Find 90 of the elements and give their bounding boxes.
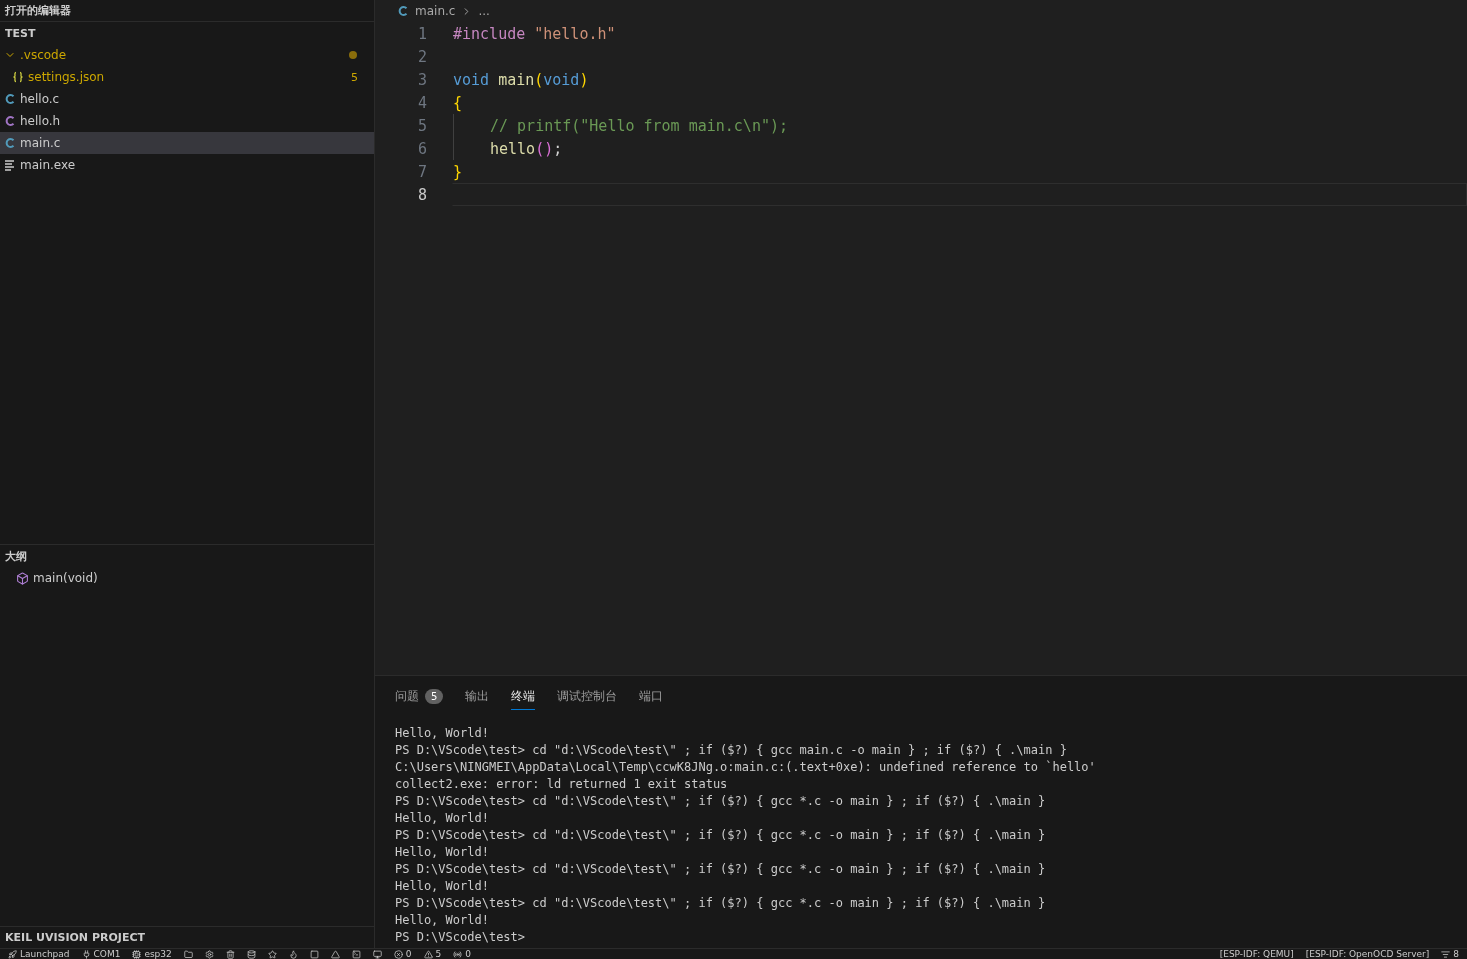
panel-tab[interactable]: 问题 5 bbox=[395, 684, 444, 710]
c-file-icon bbox=[4, 137, 16, 149]
terminal-icon bbox=[351, 949, 361, 959]
status-button[interactable] bbox=[288, 949, 298, 959]
status-button[interactable] bbox=[372, 949, 382, 959]
outline-item[interactable]: main(void) bbox=[0, 567, 374, 589]
status-item[interactable]: esp32 bbox=[132, 949, 172, 959]
line-number: 2 bbox=[416, 47, 427, 66]
file-item[interactable]: main.exe bbox=[0, 154, 374, 176]
database-icon bbox=[246, 949, 256, 959]
panel-tab[interactable]: 输出 bbox=[465, 684, 490, 710]
list-icon bbox=[1441, 949, 1451, 959]
square-icon bbox=[309, 949, 319, 959]
warning-icon bbox=[423, 949, 433, 959]
status-item[interactable]: [ESP-IDF: QEMU] bbox=[1219, 949, 1294, 959]
status-item[interactable]: COM1 bbox=[81, 949, 121, 959]
c-file-icon bbox=[397, 5, 409, 17]
error-icon bbox=[393, 949, 403, 959]
status-item[interactable]: [ESP-IDF: OpenOCD Server] bbox=[1305, 949, 1430, 959]
panel-tab[interactable]: 调试控制台 bbox=[557, 684, 618, 710]
broadcast-icon bbox=[453, 949, 463, 959]
cube-icon bbox=[16, 571, 29, 585]
terminal-line: Hello, World! bbox=[395, 844, 490, 861]
status-button[interactable] bbox=[225, 949, 235, 959]
line-number: 3 bbox=[416, 70, 427, 89]
code-line: } bbox=[452, 161, 464, 183]
braces-icon bbox=[12, 71, 24, 83]
status-button[interactable] bbox=[351, 949, 361, 959]
terminal-line: PS D:\VScode\test> cd "d:\VScode\test\" ; if ($?) { gcc *.c -o main } ; if ($?) { .\main } bbox=[395, 895, 1047, 912]
trash-icon bbox=[225, 949, 235, 959]
code-line: hello(); bbox=[452, 137, 1467, 160]
section-header[interactable]: TEST bbox=[0, 22, 374, 44]
terminal-line: PS D:\VScode\test> cd "d:\VScode\test\" ; if ($?) { gcc *.c -o main } ; if ($?) { .\main } bbox=[395, 793, 1047, 810]
file-item[interactable]: hello.h bbox=[0, 110, 374, 132]
terminal-line: Hello, World! bbox=[395, 878, 490, 895]
line-number: 5 bbox=[416, 116, 427, 135]
star-icon bbox=[267, 949, 277, 959]
line-number: 8 bbox=[416, 185, 427, 204]
status-button[interactable] bbox=[204, 949, 214, 959]
breadcrumb-item[interactable]: ... bbox=[478, 4, 490, 18]
plug-icon bbox=[81, 949, 91, 959]
section-header[interactable]: 打开的编辑器 bbox=[0, 0, 374, 22]
rocket-icon bbox=[8, 949, 17, 959]
terminal-line: collect2.exe: error: ld returned 1 exit status bbox=[395, 776, 729, 793]
status-item[interactable]: 5 bbox=[423, 949, 442, 959]
line-number: 4 bbox=[416, 93, 427, 112]
count-badge: 5 bbox=[425, 689, 444, 704]
c-file-icon bbox=[4, 93, 16, 105]
panel-tab[interactable]: 端口 bbox=[639, 684, 664, 710]
status-item[interactable]: 0 bbox=[393, 949, 412, 959]
status-button[interactable] bbox=[183, 949, 193, 959]
terminal-line: PS D:\VScode\test> cd "d:\VScode\test\" ; if ($?) { gcc *.c -o main } ; if ($?) { .\main } bbox=[395, 861, 1047, 878]
file-item[interactable]: settings.json 5 bbox=[0, 66, 374, 88]
folder-icon bbox=[183, 949, 193, 959]
breadcrumb-item[interactable]: main.c bbox=[415, 4, 456, 18]
chip-icon bbox=[132, 949, 142, 959]
line-number: 1 bbox=[416, 24, 427, 43]
lines-icon bbox=[4, 159, 16, 171]
line-number: 7 bbox=[416, 162, 427, 181]
status-button[interactable] bbox=[309, 949, 319, 959]
problem-count: 5 bbox=[351, 70, 358, 84]
line-number: 6 bbox=[416, 139, 427, 158]
panel-tab[interactable]: 终端 bbox=[511, 684, 536, 710]
c-file-icon bbox=[4, 115, 16, 127]
status-item[interactable]: 8 bbox=[1441, 949, 1459, 959]
terminal-line: PS D:\VScode\test> bbox=[395, 929, 527, 946]
terminal-line: PS D:\VScode\test> cd "d:\VScode\test\" ; if ($?) { gcc main.c -o main } ; if ($?) { .\main } bbox=[395, 742, 1068, 759]
code-line: void main(void) bbox=[452, 69, 590, 91]
triangle-icon bbox=[330, 949, 340, 959]
terminal-line: PS D:\VScode\test> cd "d:\VScode\test\" ; if ($?) { gcc *.c -o main } ; if ($?) { .\main } bbox=[395, 827, 1047, 844]
status-button[interactable] bbox=[330, 949, 340, 959]
file-item[interactable]: main.c bbox=[0, 132, 374, 154]
status-button[interactable] bbox=[267, 949, 277, 959]
code-line: { bbox=[452, 92, 464, 114]
modified-dot bbox=[349, 51, 357, 59]
folder-item[interactable]: .vscode bbox=[0, 44, 374, 66]
code-line: #include "hello.h" bbox=[452, 23, 617, 45]
status-item[interactable]: Launchpad bbox=[8, 949, 70, 959]
status-button[interactable] bbox=[246, 949, 256, 959]
terminal-line: C:\Users\NINGMEI\AppData\Local\Temp\ccwK8JNg.o:main.c:(.text+0xe): undefined reference to `hello' bbox=[395, 759, 1097, 776]
flame-icon bbox=[288, 949, 298, 959]
monitor-icon bbox=[372, 949, 382, 959]
code-line: // printf("Hello from main.c\n"); bbox=[452, 114, 1467, 137]
status-item[interactable]: 0 bbox=[453, 949, 471, 959]
terminal-line: Hello, World! bbox=[395, 725, 490, 742]
terminal-line: Hello, World! bbox=[395, 810, 490, 827]
settings-icon bbox=[204, 949, 214, 959]
file-item[interactable]: hello.c bbox=[0, 88, 374, 110]
terminal-line: Hello, World! bbox=[395, 912, 490, 929]
section-header[interactable]: 大纲 bbox=[0, 545, 374, 567]
